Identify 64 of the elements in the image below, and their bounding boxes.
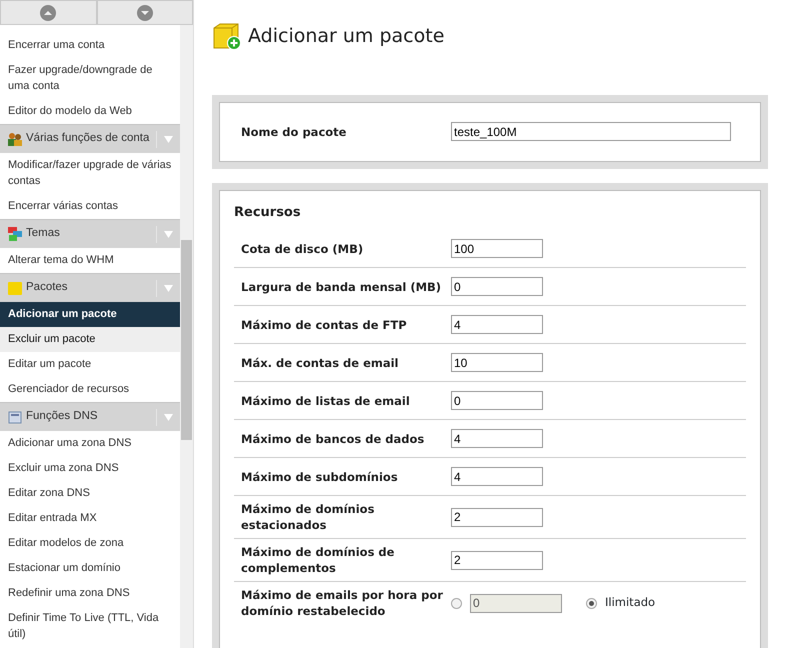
scroll-down-button[interactable] bbox=[96, 0, 193, 25]
radio-button[interactable] bbox=[586, 598, 597, 608]
section-label: Várias funções de conta bbox=[26, 131, 150, 146]
box-add-icon bbox=[212, 22, 242, 50]
caret-icon bbox=[164, 136, 173, 142]
number-field[interactable]: 4 bbox=[451, 429, 543, 448]
sidebar-item[interactable]: Adicionar um pacote bbox=[0, 302, 180, 327]
number-field[interactable]: 0 bbox=[451, 391, 543, 410]
number-field[interactable]: 4 bbox=[451, 315, 543, 334]
sidebar-item[interactable]: Editar zona DNS bbox=[0, 481, 180, 506]
field-label: Máximo de listas de email bbox=[241, 392, 411, 408]
scrollbar[interactable] bbox=[180, 25, 193, 648]
sidebar-item[interactable]: Gerenciador de recursos bbox=[0, 377, 180, 402]
caret-icon bbox=[164, 230, 173, 238]
field-label: Largura de banda mensal (MB) bbox=[241, 278, 442, 294]
field-label: Máximo de contas de FTP bbox=[241, 316, 408, 332]
sidebar-item[interactable]: Editar modelos de zona bbox=[0, 531, 180, 556]
sidebar-item[interactable]: Editor do modelo da Web bbox=[0, 99, 180, 124]
radio-label: Ilimitado bbox=[605, 594, 656, 612]
box-icon bbox=[7, 280, 23, 296]
sidebar-item[interactable]: Editar entrada MX bbox=[0, 506, 180, 531]
number-field[interactable]: 4 bbox=[451, 467, 543, 486]
field-label: Máx. de contas de email bbox=[241, 354, 400, 370]
radio-button[interactable] bbox=[451, 598, 462, 608]
sidebar-item[interactable]: Adicionar uma zona DNS bbox=[0, 431, 180, 456]
field-label: Máximo de emails por hora por domínio restabelecido bbox=[241, 587, 444, 619]
number-field[interactable]: 2 bbox=[451, 508, 543, 526]
field-label: Cota de disco (MB) bbox=[241, 240, 364, 256]
sidebar-item[interactable]: Modificar/fazer upgrade de várias contas bbox=[0, 153, 180, 194]
sidebar-item[interactable]: Editar um pacote bbox=[0, 352, 180, 377]
number-field[interactable]: 100 bbox=[451, 239, 543, 258]
section-header[interactable]: Funções DNS bbox=[0, 402, 180, 431]
sidebar-item[interactable]: Excluir um pacote bbox=[0, 327, 180, 352]
number-field[interactable]: 10 bbox=[451, 353, 543, 372]
page-title: Adicionar um pacote bbox=[248, 24, 444, 49]
section-header[interactable]: Pacotes bbox=[0, 273, 180, 302]
field-label: Nome do pacote bbox=[241, 124, 348, 140]
caret-icon bbox=[164, 414, 173, 420]
windows-icon bbox=[7, 226, 23, 242]
number-field[interactable]: 2 bbox=[451, 550, 543, 570]
sidebar-item[interactable]: Encerrar uma conta bbox=[0, 33, 180, 58]
sidebar-item[interactable]: Redefinir uma zona DNS bbox=[0, 581, 180, 606]
package-name-field[interactable]: teste_100M bbox=[451, 122, 731, 141]
sidebar-item[interactable]: Encerrar várias contas bbox=[0, 194, 180, 219]
sidebar-item[interactable]: Estacionar um domínio bbox=[0, 556, 180, 581]
section-label: Temas bbox=[26, 226, 60, 242]
section-label: Pacotes bbox=[26, 280, 68, 296]
field-label: Máximo de domínios de complementos bbox=[241, 544, 396, 576]
field-label: Máximo de subdomínios bbox=[241, 468, 399, 484]
field-label: Máximo de bancos de dados bbox=[241, 430, 426, 446]
section-label: Funções DNS bbox=[26, 409, 98, 424]
field-label: Máximo de domínios estacionados bbox=[241, 501, 376, 533]
caret-icon bbox=[164, 284, 173, 292]
number-field[interactable]: 0 bbox=[451, 277, 543, 296]
sidebar-item[interactable]: Fazer upgrade/downgrade de uma conta bbox=[0, 58, 180, 99]
server-icon bbox=[7, 409, 23, 425]
section-title: Recursos bbox=[234, 204, 302, 222]
users-icon bbox=[7, 131, 23, 147]
sidebar-item[interactable]: Definir Time To Live (TTL, Vida útil) bbox=[0, 606, 180, 647]
section-header[interactable]: Temas bbox=[0, 219, 180, 248]
sidebar-item[interactable]: Excluir uma zona DNS bbox=[0, 456, 180, 481]
scroll-up-button[interactable] bbox=[0, 0, 96, 25]
section-header[interactable]: Várias funções de conta bbox=[0, 124, 180, 153]
sidebar-item[interactable]: Alterar tema do WHM bbox=[0, 248, 180, 273]
